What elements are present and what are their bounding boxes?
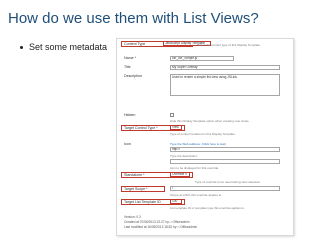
icon-url-link[interactable]: Type the Web address: (Click here to tes… [170,142,226,146]
created-text: Created at 07/06/2013 22:27 by □ Officea… [124,220,190,224]
icon-hint: Icon to be displayed for this override. [170,166,220,170]
slide-title: How do we use them with List Views? [8,10,259,27]
standalone-hint: Type of override to be used during view … [195,180,261,184]
description-textarea[interactable]: Used to render a simple list view using … [170,74,280,96]
target-list-template-label: Target List Template ID [124,200,161,204]
hidden-hint: Hide this Display Template option when c… [170,119,250,123]
hidden-checkbox[interactable] [170,113,174,117]
bullet-icon [20,46,23,50]
name-input[interactable]: csr_ovr_Simple.js [170,56,234,61]
standalone-label: Standalone * [124,173,145,177]
bullet-item: Set some metadata [20,42,107,52]
target-control-type-select[interactable]: View [170,125,182,130]
hidden-label: Hidden [124,113,136,117]
title-label: Title [124,65,131,69]
target-list-template-hint: List template ID or template type this o… [170,206,245,210]
target-control-type-label: Target Control Type * [124,126,158,130]
icon-label: Icon [124,142,131,146]
name-label: Name * [124,56,136,60]
version-text: Version: 0.3 [124,215,141,219]
content-type-label: Content Type [124,42,146,46]
icon-url-input[interactable]: http:// [170,147,280,152]
target-list-template-input[interactable]: 100 [170,199,182,204]
title-input[interactable]: My Super Overlay [170,65,280,70]
content-type-hint: Select the content type of this Display … [197,43,260,47]
modified-text: Last modified at 16/05/2013 18:52 by □ O… [124,225,198,229]
target-control-type-hint: Type of control rendered in this Display… [170,132,236,136]
display-template-form: Content Type JavaScript Display Template… [116,38,294,236]
target-scope-label: Target Scope * [124,187,148,191]
target-scope-input[interactable]: / [170,186,280,191]
chevron-down-icon: ▾ [185,172,187,176]
target-scope-hint: Scope at which this override applies to. [170,193,223,197]
description-label: Description [124,74,142,78]
standalone-select[interactable]: Override▾ [170,172,190,177]
bullet-text: Set some metadata [29,42,108,52]
icon-description-hint: Type the description: [170,154,198,158]
icon-description-input[interactable] [170,159,280,164]
